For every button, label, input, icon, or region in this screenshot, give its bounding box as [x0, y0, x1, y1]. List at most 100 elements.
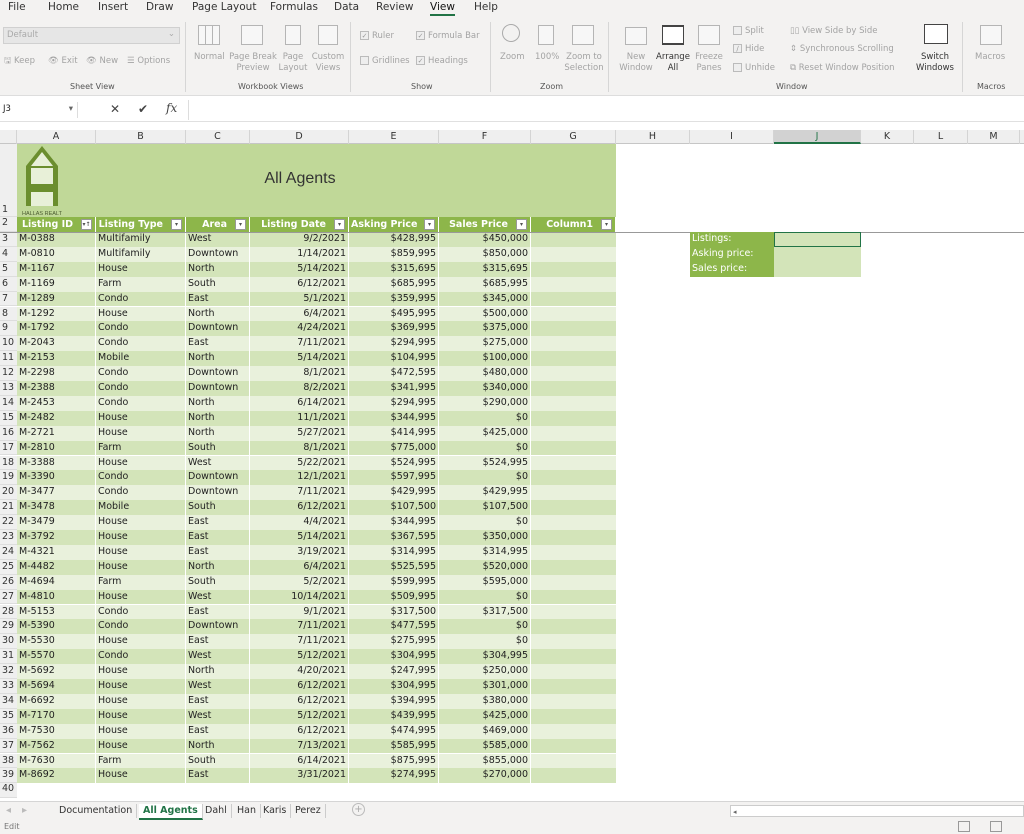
row-header-7[interactable]: 7	[0, 291, 17, 307]
table-cell[interactable]: 6/4/2021	[250, 306, 349, 322]
table-cell[interactable]: $525,595	[349, 559, 439, 575]
table-cell-column1[interactable]	[531, 739, 616, 754]
table-cell-column1[interactable]	[531, 545, 616, 560]
row-header-10[interactable]: 10	[0, 336, 17, 352]
keep-button[interactable]: 🖫 Keep	[4, 56, 35, 67]
table-cell[interactable]: 6/12/2021	[250, 500, 349, 516]
table-cell[interactable]: $469,000	[439, 723, 531, 739]
table-cell[interactable]: M-5692	[17, 664, 96, 679]
table-cell-column1[interactable]	[531, 485, 616, 500]
table-cell[interactable]: M-1289	[17, 291, 96, 307]
table-cell[interactable]: West	[186, 589, 250, 605]
table-cell[interactable]: $380,000	[439, 693, 531, 709]
table-cell[interactable]: East	[186, 693, 250, 709]
table-cell[interactable]: Mobile	[96, 351, 186, 367]
table-cell[interactable]: $595,000	[439, 574, 531, 590]
table-cell[interactable]: West	[186, 232, 250, 247]
page-layout-status-icon[interactable]	[990, 821, 1002, 832]
table-cell[interactable]: House	[96, 559, 186, 575]
table-cell[interactable]: Downtown	[186, 381, 250, 396]
table-cell[interactable]: West	[186, 455, 250, 471]
menu-home[interactable]: Home	[48, 1, 79, 13]
table-cell-column1[interactable]	[531, 515, 616, 530]
table-cell-column1[interactable]	[531, 277, 616, 292]
filter-dropdown-icon[interactable]: ▾	[601, 219, 612, 230]
table-cell[interactable]: 3/31/2021	[250, 768, 349, 784]
row-header-18[interactable]: 18	[0, 455, 17, 471]
row-header-6[interactable]: 6	[0, 276, 17, 292]
table-cell-column1[interactable]	[531, 575, 616, 590]
row-header-31[interactable]: 31	[0, 649, 17, 665]
table-cell[interactable]: Condo	[96, 321, 186, 337]
table-cell[interactable]: $524,995	[349, 455, 439, 471]
table-cell[interactable]: M-7562	[17, 738, 96, 754]
table-cell[interactable]: $428,995	[349, 232, 439, 247]
table-cell-column1[interactable]	[531, 634, 616, 649]
table-cell[interactable]: $294,995	[349, 336, 439, 352]
table-cell[interactable]: $429,995	[439, 485, 531, 501]
sort-filter-icon[interactable]: ▾↑	[81, 219, 92, 230]
table-cell[interactable]: $394,995	[349, 693, 439, 709]
table-cell-column1[interactable]	[531, 426, 616, 441]
table-cell[interactable]: M-4482	[17, 559, 96, 575]
row-header-30[interactable]: 30	[0, 634, 17, 650]
table-cell[interactable]: 6/14/2021	[250, 753, 349, 769]
table-cell[interactable]: Farm	[96, 574, 186, 590]
gridlines-checkbox[interactable]: Gridlines	[360, 56, 410, 67]
table-cell[interactable]: Farm	[96, 276, 186, 292]
table-cell[interactable]: Downtown	[186, 619, 250, 635]
zoom-to-selection-button[interactable]: Zoom to Selection	[562, 52, 606, 74]
column-header-e[interactable]: E	[349, 130, 439, 144]
table-cell[interactable]: $304,995	[439, 649, 531, 665]
table-cell[interactable]: M-3478	[17, 500, 96, 516]
table-cell[interactable]: $345,000	[439, 291, 531, 307]
table-cell[interactable]: $477,595	[349, 619, 439, 635]
table-cell[interactable]: 9/2/2021	[250, 232, 349, 247]
table-cell-column1[interactable]	[531, 768, 616, 783]
custom-views-button[interactable]: Custom Views	[310, 52, 346, 74]
name-box[interactable]: J3 ▾	[0, 102, 78, 118]
table-cell[interactable]: $472,595	[349, 366, 439, 381]
new-window-button[interactable]: New Window	[617, 52, 655, 74]
select-all-corner[interactable]	[0, 130, 17, 144]
row-header-27[interactable]: 27	[0, 589, 17, 605]
table-cell[interactable]: $685,995	[439, 276, 531, 292]
table-cell[interactable]: $250,000	[439, 664, 531, 679]
table-cell[interactable]: $520,000	[439, 559, 531, 575]
row-header-40[interactable]: 40	[0, 783, 17, 799]
table-cell[interactable]: M-0388	[17, 232, 96, 247]
table-cell-column1[interactable]	[531, 321, 616, 336]
table-cell[interactable]: 5/12/2021	[250, 708, 349, 724]
table-cell[interactable]: East	[186, 530, 250, 545]
summary-value[interactable]	[774, 246, 861, 262]
column-header-c[interactable]: C	[186, 130, 250, 144]
menu-data[interactable]: Data	[334, 1, 359, 13]
table-cell[interactable]: Condo	[96, 336, 186, 352]
table-cell[interactable]: South	[186, 500, 250, 516]
table-cell[interactable]: House	[96, 723, 186, 739]
row-header-25[interactable]: 25	[0, 559, 17, 575]
table-cell[interactable]: 5/22/2021	[250, 455, 349, 471]
table-cell[interactable]: $429,995	[349, 485, 439, 501]
table-cell[interactable]: $0	[439, 410, 531, 426]
table-cell[interactable]: West	[186, 708, 250, 724]
table-cell[interactable]: 12/1/2021	[250, 470, 349, 486]
table-cell[interactable]: 5/14/2021	[250, 351, 349, 367]
table-cell[interactable]: M-2453	[17, 395, 96, 411]
summary-value[interactable]	[774, 261, 861, 277]
table-cell[interactable]: 5/14/2021	[250, 530, 349, 545]
table-cell[interactable]: M-8692	[17, 768, 96, 784]
table-cell[interactable]: 5/2/2021	[250, 574, 349, 590]
table-cell[interactable]: $450,000	[439, 232, 531, 247]
table-cell[interactable]: West	[186, 679, 250, 694]
table-cell[interactable]: 10/14/2021	[250, 589, 349, 605]
table-cell[interactable]: House	[96, 693, 186, 709]
table-cell[interactable]: $107,500	[439, 500, 531, 516]
table-cell[interactable]: $350,000	[439, 530, 531, 545]
table-cell-column1[interactable]	[531, 470, 616, 485]
table-cell[interactable]: East	[186, 515, 250, 530]
filter-dropdown-icon[interactable]: ▾	[171, 219, 182, 230]
table-cell-column1[interactable]	[531, 351, 616, 366]
column-header-j[interactable]: J	[774, 130, 861, 144]
table-cell[interactable]: $585,995	[349, 738, 439, 754]
